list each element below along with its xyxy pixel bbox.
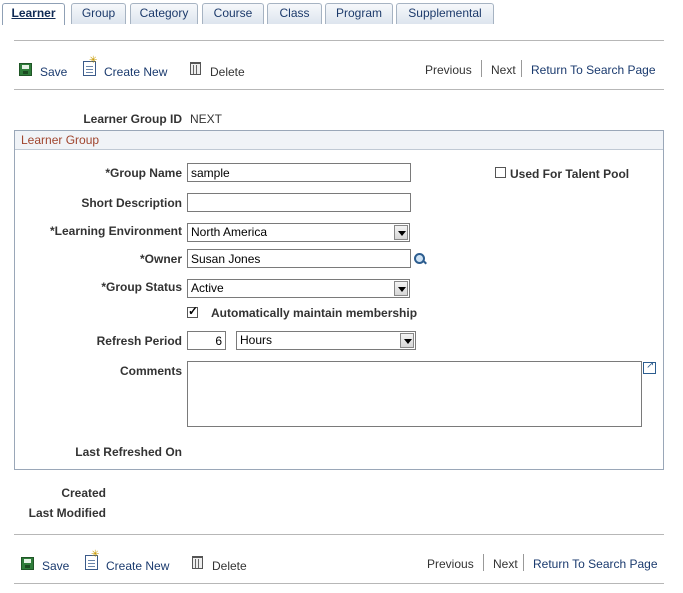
dropdown-arrow-icon[interactable] bbox=[400, 333, 414, 348]
group-status-select[interactable]: Active bbox=[187, 279, 410, 298]
create-new-label: Create New bbox=[106, 559, 170, 573]
trash-icon bbox=[192, 556, 203, 569]
group-name-input[interactable] bbox=[187, 163, 411, 182]
tab-supplemental[interactable]: Supplemental bbox=[396, 3, 494, 24]
group-status-label: *Group Status bbox=[101, 280, 182, 294]
owner-input[interactable] bbox=[187, 249, 411, 268]
expand-textarea-icon[interactable] bbox=[643, 360, 656, 374]
delete-label: Delete bbox=[212, 559, 247, 573]
create-new-icon bbox=[85, 549, 99, 570]
delete-button-bottom[interactable]: Delete bbox=[192, 552, 247, 573]
tab-program[interactable]: Program bbox=[325, 3, 393, 24]
last-refreshed-on-label: Last Refreshed On bbox=[75, 445, 182, 459]
owner-label: *Owner bbox=[139, 252, 182, 266]
learner-group-id-label: Learner Group ID bbox=[83, 112, 182, 126]
previous-link[interactable]: Previous bbox=[425, 63, 472, 77]
create-new-button[interactable]: Create New bbox=[83, 55, 168, 79]
return-to-search-link[interactable]: Return To Search Page bbox=[531, 63, 656, 77]
refresh-period-unit-value: Hours bbox=[240, 333, 273, 347]
toolbar-separator bbox=[523, 554, 524, 571]
dropdown-arrow-icon[interactable] bbox=[394, 225, 408, 240]
bottom-divider bbox=[14, 583, 664, 584]
next-link[interactable]: Next bbox=[491, 63, 516, 77]
save-label: Save bbox=[42, 559, 70, 573]
group-name-label: *Group Name bbox=[105, 166, 182, 180]
short-description-input[interactable] bbox=[187, 193, 411, 212]
comments-textarea[interactable] bbox=[187, 361, 642, 427]
toolbar-separator bbox=[483, 554, 484, 571]
return-to-search-link-bottom[interactable]: Return To Search Page bbox=[533, 557, 658, 571]
created-label: Created bbox=[61, 486, 106, 500]
trash-icon bbox=[190, 62, 201, 75]
save-icon bbox=[21, 556, 34, 570]
group-status-value: Active bbox=[191, 281, 224, 295]
previous-link-bottom[interactable]: Previous bbox=[427, 557, 474, 571]
lookup-magnifier-icon[interactable] bbox=[414, 253, 426, 265]
delete-label: Delete bbox=[210, 65, 245, 79]
toolbar-divider bbox=[14, 89, 664, 90]
auto-maintain-label: Automatically maintain membership bbox=[211, 306, 418, 320]
toolbar-separator bbox=[521, 60, 522, 77]
top-divider bbox=[14, 40, 664, 41]
last-modified-label: Last Modified bbox=[28, 506, 106, 520]
auto-maintain-checkbox[interactable] bbox=[187, 304, 198, 318]
refresh-period-label: Refresh Period bbox=[96, 334, 182, 348]
save-label: Save bbox=[40, 65, 68, 79]
tab-learner[interactable]: Learner bbox=[2, 3, 65, 25]
tab-class[interactable]: Class bbox=[267, 3, 322, 24]
short-description-label: Short Description bbox=[81, 196, 182, 210]
learning-environment-select[interactable]: North America bbox=[187, 223, 410, 242]
used-for-talent-pool-label: Used For Talent Pool bbox=[510, 167, 630, 181]
dropdown-arrow-icon[interactable] bbox=[394, 281, 408, 296]
create-new-icon bbox=[83, 55, 97, 76]
tab-course[interactable]: Course bbox=[202, 3, 264, 24]
create-new-label: Create New bbox=[104, 65, 168, 79]
comments-label: Comments bbox=[119, 364, 182, 378]
learner-group-header: Learner Group bbox=[15, 131, 663, 150]
save-button-bottom[interactable]: Save bbox=[21, 553, 69, 573]
next-link-bottom[interactable]: Next bbox=[493, 557, 518, 571]
learning-environment-value: North America bbox=[191, 225, 268, 239]
used-for-talent-pool-checkbox[interactable] bbox=[495, 167, 506, 178]
refresh-period-input[interactable] bbox=[187, 331, 226, 350]
tab-group[interactable]: Group bbox=[71, 3, 126, 24]
learner-group-id-value: NEXT bbox=[190, 112, 223, 126]
refresh-period-unit-select[interactable]: Hours bbox=[236, 331, 416, 350]
toolbar-separator bbox=[481, 60, 482, 77]
learning-environment-label: *Learning Environment bbox=[49, 224, 182, 238]
save-icon bbox=[19, 62, 32, 76]
delete-button[interactable]: Delete bbox=[190, 58, 245, 79]
save-button[interactable]: Save bbox=[19, 59, 67, 79]
bottom-toolbar-divider bbox=[14, 534, 664, 535]
tab-category[interactable]: Category bbox=[130, 3, 198, 24]
create-new-button-bottom[interactable]: Create New bbox=[85, 549, 170, 573]
